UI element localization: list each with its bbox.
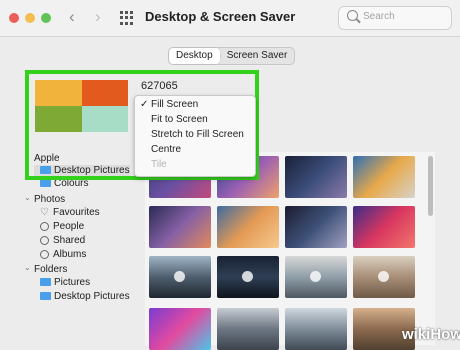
wallpaper-thumbnail[interactable] [285, 206, 347, 248]
wallpaper-thumbnail[interactable] [149, 206, 211, 248]
dynamic-badge-icon [242, 271, 253, 282]
sidebar-section-photos[interactable]: Photos [34, 194, 65, 205]
menu-item-tile: Tile [151, 159, 167, 170]
checkmark-icon: ✓ [140, 99, 149, 110]
wallpaper-thumbnail[interactable] [285, 308, 347, 350]
menu-item-fill-screen[interactable]: ✓ Fill Screen [135, 97, 255, 112]
window-title: Desktop & Screen Saver [145, 9, 296, 24]
wallpaper-thumbnail[interactable] [353, 156, 415, 198]
fit-dropdown-menu: ✓ Fill Screen Fit to Screen Stretch to Fi… [134, 95, 256, 177]
tab-screen-saver[interactable]: Screen Saver [220, 48, 295, 64]
wallpaper-thumbnail[interactable] [353, 206, 415, 248]
folder-icon [40, 292, 51, 301]
back-chevron-icon[interactable]: ‹ [69, 8, 75, 26]
wallpaper-gallery [145, 152, 435, 350]
wallpaper-thumbnail[interactable] [217, 256, 279, 298]
search-icon [347, 10, 358, 21]
dynamic-badge-icon [378, 271, 389, 282]
wallpaper-thumbnail[interactable] [285, 256, 347, 298]
dynamic-badge-icon [174, 271, 185, 282]
wallpaper-thumbnail[interactable] [285, 156, 347, 198]
menu-item-stretch-to-fill[interactable]: Stretch to Fill Screen [135, 127, 255, 142]
chevron-down-icon[interactable]: ⌄ [24, 263, 31, 272]
tab-desktop[interactable]: Desktop [169, 48, 220, 64]
gallery-scrollbar[interactable] [428, 156, 433, 216]
album-icon [40, 249, 49, 259]
folder-icon [40, 278, 51, 287]
dynamic-badge-icon [310, 271, 321, 282]
wallpaper-thumbnail[interactable] [353, 256, 415, 298]
tab-bar: Desktop Screen Saver [168, 47, 296, 65]
person-icon [40, 221, 49, 231]
sidebar-item-desktop-pictures-folder[interactable]: Desktop Pictures [40, 291, 130, 303]
menu-item-centre[interactable]: Centre [135, 142, 255, 157]
wallpaper-thumbnail[interactable] [149, 256, 211, 298]
search-placeholder: Search [363, 11, 395, 22]
sidebar-section-folders[interactable]: Folders [34, 264, 67, 275]
sidebar-item-people[interactable]: People [40, 221, 84, 233]
heart-icon: ♡ [40, 207, 49, 218]
chevron-down-icon[interactable]: ⌄ [24, 193, 31, 202]
close-button[interactable] [9, 13, 19, 23]
wallpaper-thumbnail[interactable] [217, 206, 279, 248]
show-all-grid-icon[interactable] [120, 11, 134, 25]
cloud-icon [40, 235, 49, 245]
sidebar-item-favourites[interactable]: ♡ Favourites [40, 207, 100, 219]
folder-icon [40, 179, 51, 188]
search-field[interactable]: Search [338, 6, 452, 30]
forward-chevron-icon[interactable]: › [95, 8, 101, 26]
minimize-button[interactable] [25, 13, 35, 23]
title-bar: ‹ › Desktop & Screen Saver Search [0, 0, 460, 37]
menu-item-fit-to-screen[interactable]: Fit to Screen [135, 112, 255, 127]
sidebar-item-shared[interactable]: Shared [40, 235, 85, 247]
zoom-button[interactable] [41, 13, 51, 23]
sidebar-item-albums[interactable]: Albums [40, 249, 86, 261]
wallpaper-thumbnail[interactable] [149, 308, 211, 350]
wallpaper-thumbnail[interactable] [217, 308, 279, 350]
watermark: wikiHow [402, 326, 460, 343]
sidebar-item-pictures[interactable]: Pictures [40, 277, 90, 289]
